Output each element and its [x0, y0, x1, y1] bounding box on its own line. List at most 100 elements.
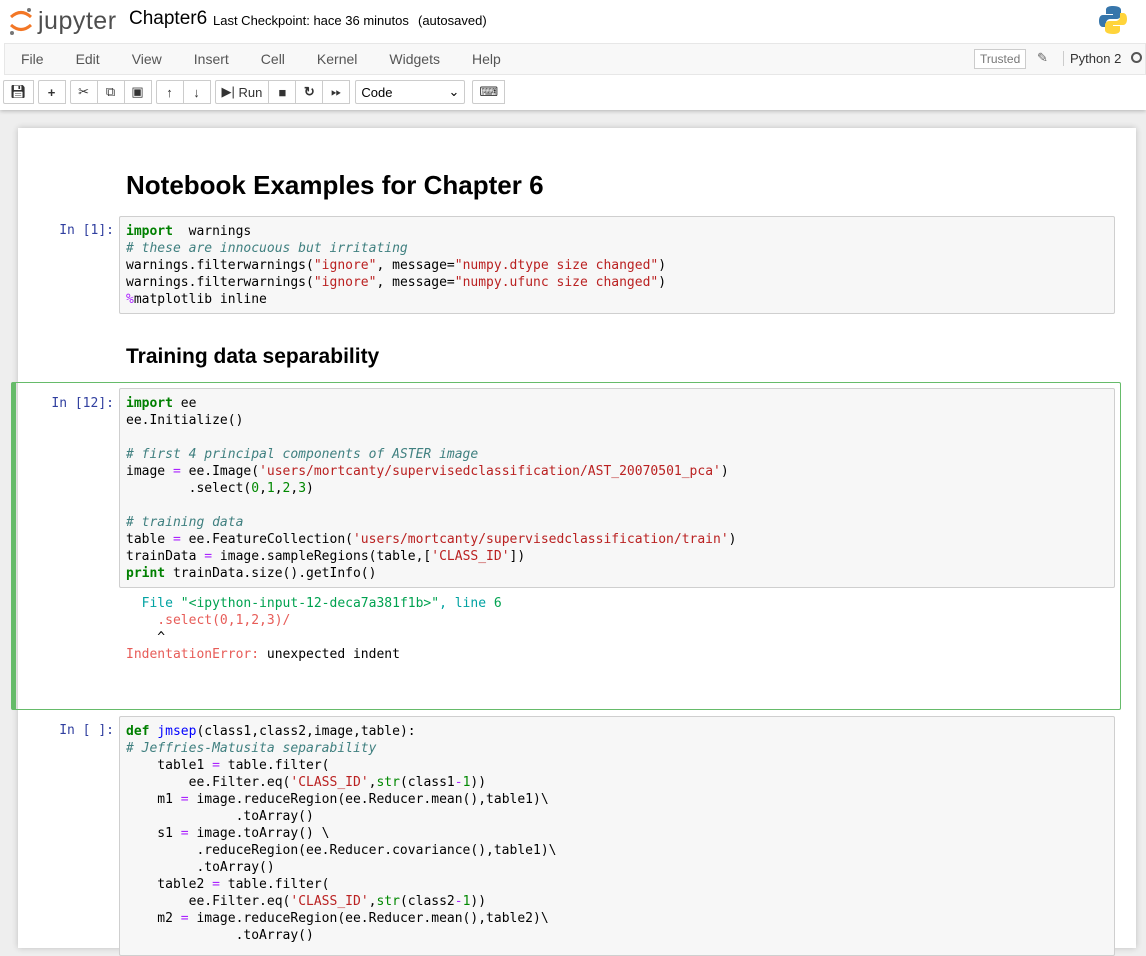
- code-line: # first 4 principal components of ASTER …: [126, 446, 1108, 463]
- code-line: %matplotlib inline: [126, 291, 1108, 308]
- code-token: (class1,class2,image,table):: [196, 724, 416, 739]
- code-token: table: [126, 532, 173, 547]
- code-token: 3: [298, 481, 307, 496]
- code-token: =: [212, 758, 220, 773]
- code-token: ee.Initialize(): [126, 413, 244, 428]
- code-token: table2: [126, 877, 213, 892]
- code-line: # these are innocuous but irritating: [126, 240, 1108, 257]
- menu-help[interactable]: Help: [456, 51, 517, 67]
- code-line: .select(0,1,2,3): [126, 480, 1108, 497]
- code-line: warnings.filterwarnings("ignore", messag…: [126, 274, 1108, 291]
- heading-cell[interactable]: Notebook Examples for Chapter 6: [126, 170, 544, 201]
- cut-button[interactable]: ✂: [69, 80, 98, 104]
- code-token: "numpy.ufunc size changed": [454, 275, 659, 290]
- kernel-status-icon: [1131, 52, 1142, 63]
- cell-prompt: In [12]:: [51, 396, 114, 411]
- code-token: s1: [126, 826, 181, 841]
- code-line: ee.Filter.eq('CLASS_ID',str(class2-1)): [126, 893, 1108, 910]
- code-token: "ignore": [313, 275, 377, 290]
- code-cell-input[interactable]: import warnings # these are innocuous but…: [119, 216, 1115, 314]
- code-token: IndentationError:: [126, 647, 260, 662]
- move-down-button[interactable]: ↓: [182, 80, 211, 104]
- code-token: (class1: [399, 775, 455, 790]
- restart-run-all-button[interactable]: ⏩︎: [322, 80, 351, 104]
- code-token: image.toArray() \: [188, 826, 330, 841]
- insert-cell-button[interactable]: +: [37, 80, 66, 104]
- code-token: ): [658, 258, 667, 273]
- paste-button[interactable]: ▣: [123, 80, 152, 104]
- code-line: .reduceRegion(ee.Reducer.covariance(),ta…: [126, 842, 1108, 859]
- move-up-button[interactable]: ↑: [155, 80, 184, 104]
- code-line: trainData = image.sampleRegions(table,['…: [126, 548, 1108, 565]
- code-token: print: [126, 566, 166, 581]
- code-token: image: [126, 464, 173, 479]
- header: jupyter Chapter6 Last Checkpoint: hace 3…: [0, 0, 1146, 110]
- copy-button[interactable]: ⧉: [96, 80, 125, 104]
- code-token: , line: [439, 596, 494, 611]
- jupyter-logo[interactable]: jupyter: [8, 6, 117, 36]
- run-button[interactable]: ▶︎| Run: [214, 80, 270, 104]
- code-token: ee.Filter.eq(: [126, 894, 291, 909]
- toolbar: 💾︎ + ✂ ⧉ ▣ ↑ ↓ ▶︎| Run ■ ↻ ⏩︎ Code ⌄ ⌨: [3, 80, 510, 105]
- kernel-name[interactable]: Python 2: [1063, 51, 1121, 66]
- code-token: .toArray(): [126, 809, 314, 824]
- code-token: -: [454, 775, 463, 790]
- code-line: IndentationError: unexpected indent: [126, 646, 502, 663]
- code-token: , message=: [376, 275, 455, 290]
- code-token: "ignore": [313, 258, 377, 273]
- logo-text: jupyter: [38, 6, 117, 35]
- menu-cell[interactable]: Cell: [245, 51, 301, 67]
- code-token: import: [126, 224, 173, 239]
- scissors-icon: ✂: [78, 84, 89, 99]
- code-line: table1 = table.filter(: [126, 757, 1108, 774]
- notebook-name[interactable]: Chapter6: [129, 8, 207, 30]
- code-token: .reduceRegion(ee.Reducer.covariance(),ta…: [126, 843, 557, 858]
- code-token: # training data: [126, 515, 244, 530]
- interrupt-button[interactable]: ■: [268, 80, 297, 104]
- code-cell-input[interactable]: import ee ee.Initialize() # first 4 princi…: [119, 388, 1115, 588]
- code-token: .toArray(): [126, 860, 275, 875]
- code-token: ,: [259, 481, 267, 496]
- menu-widgets[interactable]: Widgets: [373, 51, 456, 67]
- save-button[interactable]: 💾︎: [3, 80, 34, 104]
- code-line: m1 = image.reduceRegion(ee.Reducer.mean(…: [126, 791, 1108, 808]
- refresh-icon: ↻: [303, 84, 315, 99]
- code-token: m1: [126, 792, 181, 807]
- code-token: warnings: [172, 224, 252, 239]
- cell-error-output: File "<ipython-input-12-deca7a381f1b>", …: [126, 595, 502, 663]
- code-token: jmsep: [157, 724, 197, 739]
- menu-file[interactable]: File: [5, 51, 60, 67]
- code-token: 'CLASS_ID': [290, 894, 369, 909]
- code-line: ^: [126, 629, 502, 646]
- code-token: ^: [126, 630, 166, 645]
- code-token: =: [180, 826, 189, 841]
- code-token: 6: [493, 596, 502, 611]
- cell-type-select[interactable]: Code ⌄: [355, 80, 466, 104]
- heading-cell[interactable]: Training data separability: [126, 345, 379, 369]
- code-token: =: [212, 877, 220, 892]
- menu-view[interactable]: View: [116, 51, 178, 67]
- code-line: File "<ipython-input-12-deca7a381f1b>", …: [126, 595, 502, 612]
- command-palette-button[interactable]: ⌨: [472, 80, 506, 104]
- cell-type-value: Code: [361, 84, 393, 100]
- code-cell-input[interactable]: def jmsep(class1,class2,image,table): # J…: [119, 716, 1115, 956]
- code-token: trainData: [126, 549, 205, 564]
- code-token: =: [180, 911, 189, 926]
- code-token: %: [126, 292, 134, 307]
- code-token: .select(: [126, 481, 252, 496]
- autosave-status: (autosaved): [418, 13, 487, 28]
- menu-insert[interactable]: Insert: [178, 51, 245, 67]
- arrow-down-icon: ↓: [193, 84, 200, 100]
- save-icon: 💾︎: [10, 84, 27, 99]
- code-token: trainData.size().getInfo(): [165, 566, 377, 581]
- menu-edit[interactable]: Edit: [60, 51, 116, 67]
- code-line: def jmsep(class1,class2,image,table):: [126, 723, 1108, 740]
- code-token: ,: [274, 481, 283, 496]
- code-token: 0: [251, 481, 260, 496]
- menu-kernel[interactable]: Kernel: [301, 51, 373, 67]
- trusted-indicator[interactable]: Trusted: [974, 49, 1027, 69]
- code-token: # first 4 principal components of ASTER …: [126, 447, 479, 462]
- code-token: table1: [126, 758, 213, 773]
- restart-button[interactable]: ↻: [295, 80, 324, 104]
